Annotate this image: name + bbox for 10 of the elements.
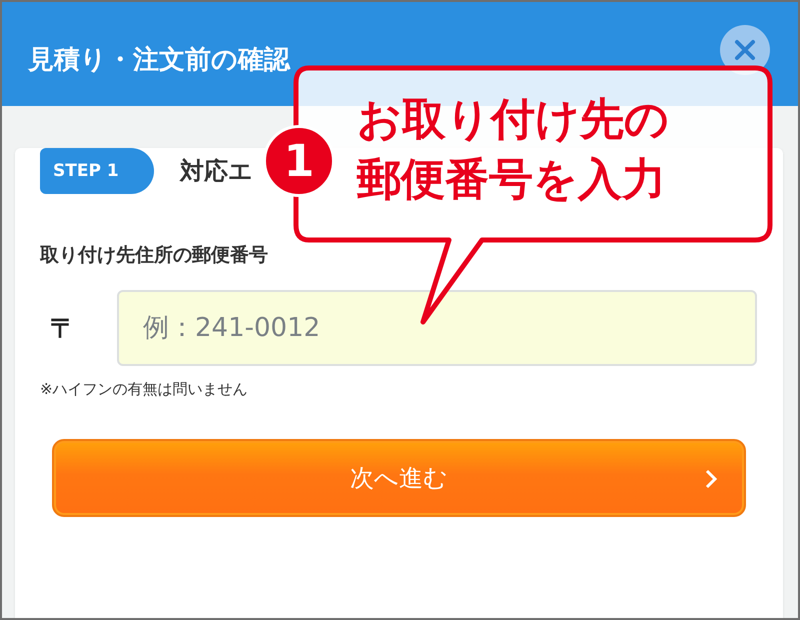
chevron-right-icon xyxy=(704,469,718,489)
field-label: 取り付け先住所の郵便番号 xyxy=(40,243,269,268)
next-button[interactable]: 次へ進む xyxy=(52,439,746,517)
step-badge: STEP 1 xyxy=(40,148,154,194)
step-title: 対応エ xyxy=(180,156,253,187)
dialog-title: 見積り・注文前の確認 xyxy=(28,44,290,76)
postal-symbol: 〒 xyxy=(49,312,77,346)
hint-text: ※ハイフンの有無は問いません xyxy=(40,380,249,399)
postal-code-field[interactable]: 例：241-0012 xyxy=(117,290,757,366)
callout-text: お取り付け先の 郵便番号を入力 xyxy=(357,93,669,207)
